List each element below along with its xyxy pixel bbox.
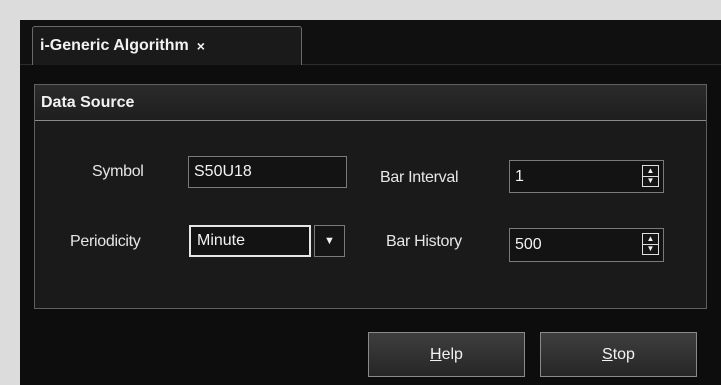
stop-label-rest: top [612,345,635,363]
spin-down-icon[interactable]: ▼ [643,177,658,187]
symbol-input[interactable]: S50U18 [188,156,347,188]
bar-history-spin-buttons[interactable]: ▲ ▼ [642,233,659,255]
symbol-value: S50U18 [194,163,252,180]
bar-interval-spin-buttons[interactable]: ▲ ▼ [642,165,659,187]
bar-history-value: 500 [515,236,542,253]
bar-interval-stepper[interactable]: 1 ▲ ▼ [509,160,664,193]
tab-title: i-Generic Algorithm [40,37,189,54]
spin-up-icon[interactable]: ▲ [643,166,658,177]
help-button[interactable]: Help [368,332,525,377]
periodicity-value: Minute [197,232,246,249]
panel-title: Data Source [35,85,706,121]
help-label-rest: elp [441,345,463,363]
app-window: i-Generic Algorithm × Data Source Symbol… [20,20,721,385]
spin-up-icon[interactable]: ▲ [643,234,658,245]
help-mnemonic: H [430,345,442,363]
bar-history-stepper[interactable]: 500 ▲ ▼ [509,228,664,262]
chevron-down-icon: ▼ [324,235,335,247]
tab-strip: i-Generic Algorithm × [20,20,721,65]
data-source-panel: Data Source Symbol S50U18 Bar Interval 1… [34,84,707,309]
periodicity-dropdown-button[interactable]: ▼ [314,225,345,257]
symbol-label: Symbol [92,163,144,180]
stop-button[interactable]: Stop [540,332,697,377]
bar-interval-value: 1 [515,167,524,185]
close-icon[interactable]: × [197,38,205,54]
periodicity-select[interactable]: Minute [189,225,311,257]
stop-mnemonic: S [602,345,613,363]
periodicity-label: Periodicity [70,233,141,250]
bar-interval-label: Bar Interval [380,169,459,186]
bar-history-label: Bar History [386,233,462,250]
tab-generic-algorithm[interactable]: i-Generic Algorithm × [32,26,302,65]
spin-down-icon[interactable]: ▼ [643,245,658,255]
